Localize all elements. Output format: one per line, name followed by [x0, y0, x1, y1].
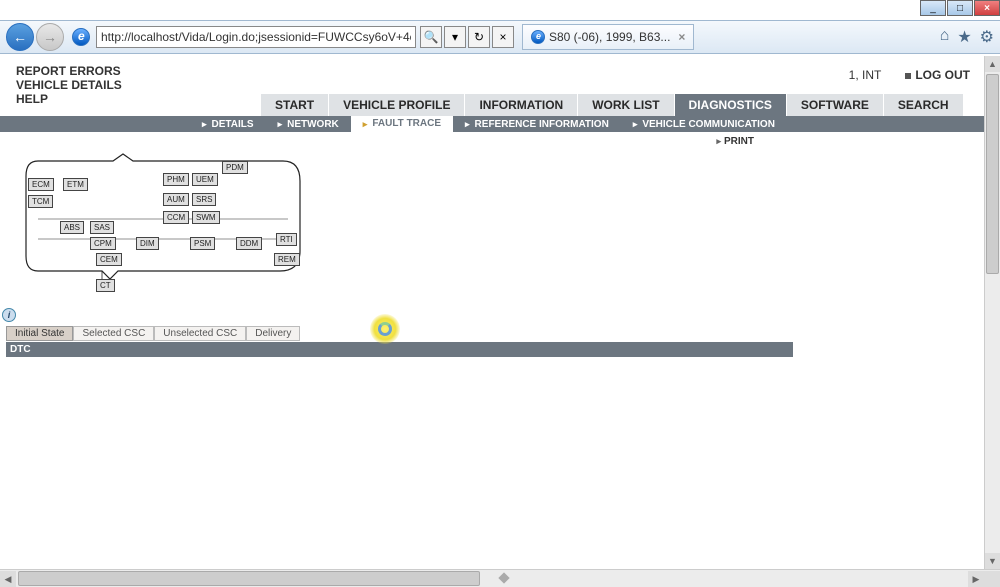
nav-search[interactable]: SEARCH	[883, 94, 963, 116]
nav-start[interactable]: START	[260, 94, 328, 116]
browser-tab[interactable]: S80 (-06), 1999, B63... ×	[522, 24, 694, 50]
address-dropdown-icon[interactable]: ▾	[444, 26, 466, 48]
nav-software[interactable]: SOFTWARE	[786, 94, 883, 116]
horizontal-scroll-thumb[interactable]	[18, 571, 480, 586]
help-link[interactable]: HELP	[16, 92, 122, 106]
vehicle-details-link[interactable]: VEHICLE DETAILS	[16, 78, 122, 92]
module-sas[interactable]: SAS	[90, 221, 114, 234]
module-etm[interactable]: ETM	[63, 178, 88, 191]
favorites-icon[interactable]: ★	[957, 27, 971, 47]
legend-delivery[interactable]: Delivery	[246, 326, 300, 341]
module-dim[interactable]: DIM	[136, 237, 159, 250]
loading-spinner-icon	[378, 322, 392, 336]
legend-selected-csc[interactable]: Selected CSC	[73, 326, 154, 341]
subnav-network[interactable]: NETWORK	[266, 119, 351, 130]
legend: Initial State Selected CSC Unselected CS…	[6, 326, 300, 341]
subnav-reference-information[interactable]: REFERENCE INFORMATION	[453, 119, 621, 130]
ie-logo-icon	[72, 28, 90, 46]
subnav-vehicle-communication[interactable]: VEHICLE COMMUNICATION	[621, 119, 787, 130]
subnav-fault-trace[interactable]: FAULT TRACE	[351, 116, 453, 132]
module-cem[interactable]: CEM	[96, 253, 122, 266]
stop-button[interactable]: ×	[492, 26, 514, 48]
module-rti[interactable]: RTI	[276, 233, 297, 246]
logout-link[interactable]: LOG OUT	[905, 68, 970, 82]
nav-information[interactable]: INFORMATION	[464, 94, 577, 116]
main-nav: START VEHICLE PROFILE INFORMATION WORK L…	[260, 94, 984, 116]
module-tcm[interactable]: TCM	[28, 195, 53, 208]
subnav-details[interactable]: DETAILS	[190, 119, 266, 130]
browser-toolbar: ← → 🔍 ▾ ↻ × S80 (-06), 1999, B63... × ⌂ …	[0, 20, 1000, 54]
legend-unselected-csc[interactable]: Unselected CSC	[154, 326, 246, 341]
window-minimize-button[interactable]: _	[920, 0, 946, 16]
nav-vehicle-profile[interactable]: VEHICLE PROFILE	[328, 94, 464, 116]
sub-nav: DETAILS NETWORK FAULT TRACE REFERENCE IN…	[0, 116, 984, 132]
vertical-scrollbar[interactable]: ▲ ▼	[984, 56, 1000, 569]
refresh-button[interactable]: ↻	[468, 26, 490, 48]
dtc-header: DTC	[6, 342, 793, 357]
module-phm[interactable]: PHM	[163, 173, 189, 186]
logout-bullet-icon	[905, 73, 911, 79]
network-diagram: ECM ETM TCM PHM UEM PDM AUM SRS CCM SWM …	[18, 151, 308, 291]
vertical-scroll-thumb[interactable]	[986, 74, 999, 274]
scroll-left-arrow-icon[interactable]: ◀	[0, 571, 16, 587]
horizontal-scrollbar[interactable]: ◀ ▶	[0, 569, 1000, 587]
address-bar[interactable]	[96, 26, 416, 48]
module-abs[interactable]: ABS	[60, 221, 84, 234]
module-ct[interactable]: CT	[96, 279, 115, 292]
scroll-up-arrow-icon[interactable]: ▲	[985, 56, 1000, 72]
module-rem[interactable]: REM	[274, 253, 300, 266]
resize-grip-icon[interactable]	[984, 571, 1000, 587]
module-srs[interactable]: SRS	[192, 193, 216, 206]
module-pdm[interactable]: PDM	[222, 161, 248, 174]
window-maximize-button[interactable]: □	[947, 0, 973, 16]
scroll-down-arrow-icon[interactable]: ▼	[985, 553, 1000, 569]
module-cpm[interactable]: CPM	[90, 237, 116, 250]
back-button[interactable]: ←	[6, 23, 34, 51]
module-aum[interactable]: AUM	[163, 193, 189, 206]
module-uem[interactable]: UEM	[192, 173, 218, 186]
report-errors-link[interactable]: REPORT ERRORS	[16, 64, 122, 78]
module-ddm[interactable]: DDM	[236, 237, 262, 250]
tools-gear-icon[interactable]: ⚙	[980, 27, 994, 47]
scroll-marker-icon	[498, 572, 509, 583]
forward-button[interactable]: →	[36, 23, 64, 51]
module-swm[interactable]: SWM	[192, 211, 220, 224]
home-icon[interactable]: ⌂	[940, 27, 950, 47]
tab-close-icon[interactable]: ×	[678, 30, 685, 44]
search-icon[interactable]: 🔍	[420, 26, 442, 48]
nav-diagnostics[interactable]: DIAGNOSTICS	[674, 94, 786, 116]
module-ecm[interactable]: ECM	[28, 178, 54, 191]
tab-title: S80 (-06), 1999, B63...	[549, 30, 670, 44]
window-close-button[interactable]: ×	[974, 0, 1000, 16]
print-link[interactable]: PRINT	[716, 136, 754, 147]
nav-work-list[interactable]: WORK LIST	[577, 94, 673, 116]
module-ccm[interactable]: CCM	[163, 211, 189, 224]
tab-favicon-icon	[531, 30, 545, 44]
module-psm[interactable]: PSM	[190, 237, 215, 250]
session-label: 1, INT	[849, 68, 882, 82]
loading-highlight	[370, 314, 400, 344]
legend-initial-state[interactable]: Initial State	[6, 326, 73, 341]
scroll-right-arrow-icon[interactable]: ▶	[968, 571, 984, 587]
info-icon[interactable]: i	[2, 308, 16, 322]
